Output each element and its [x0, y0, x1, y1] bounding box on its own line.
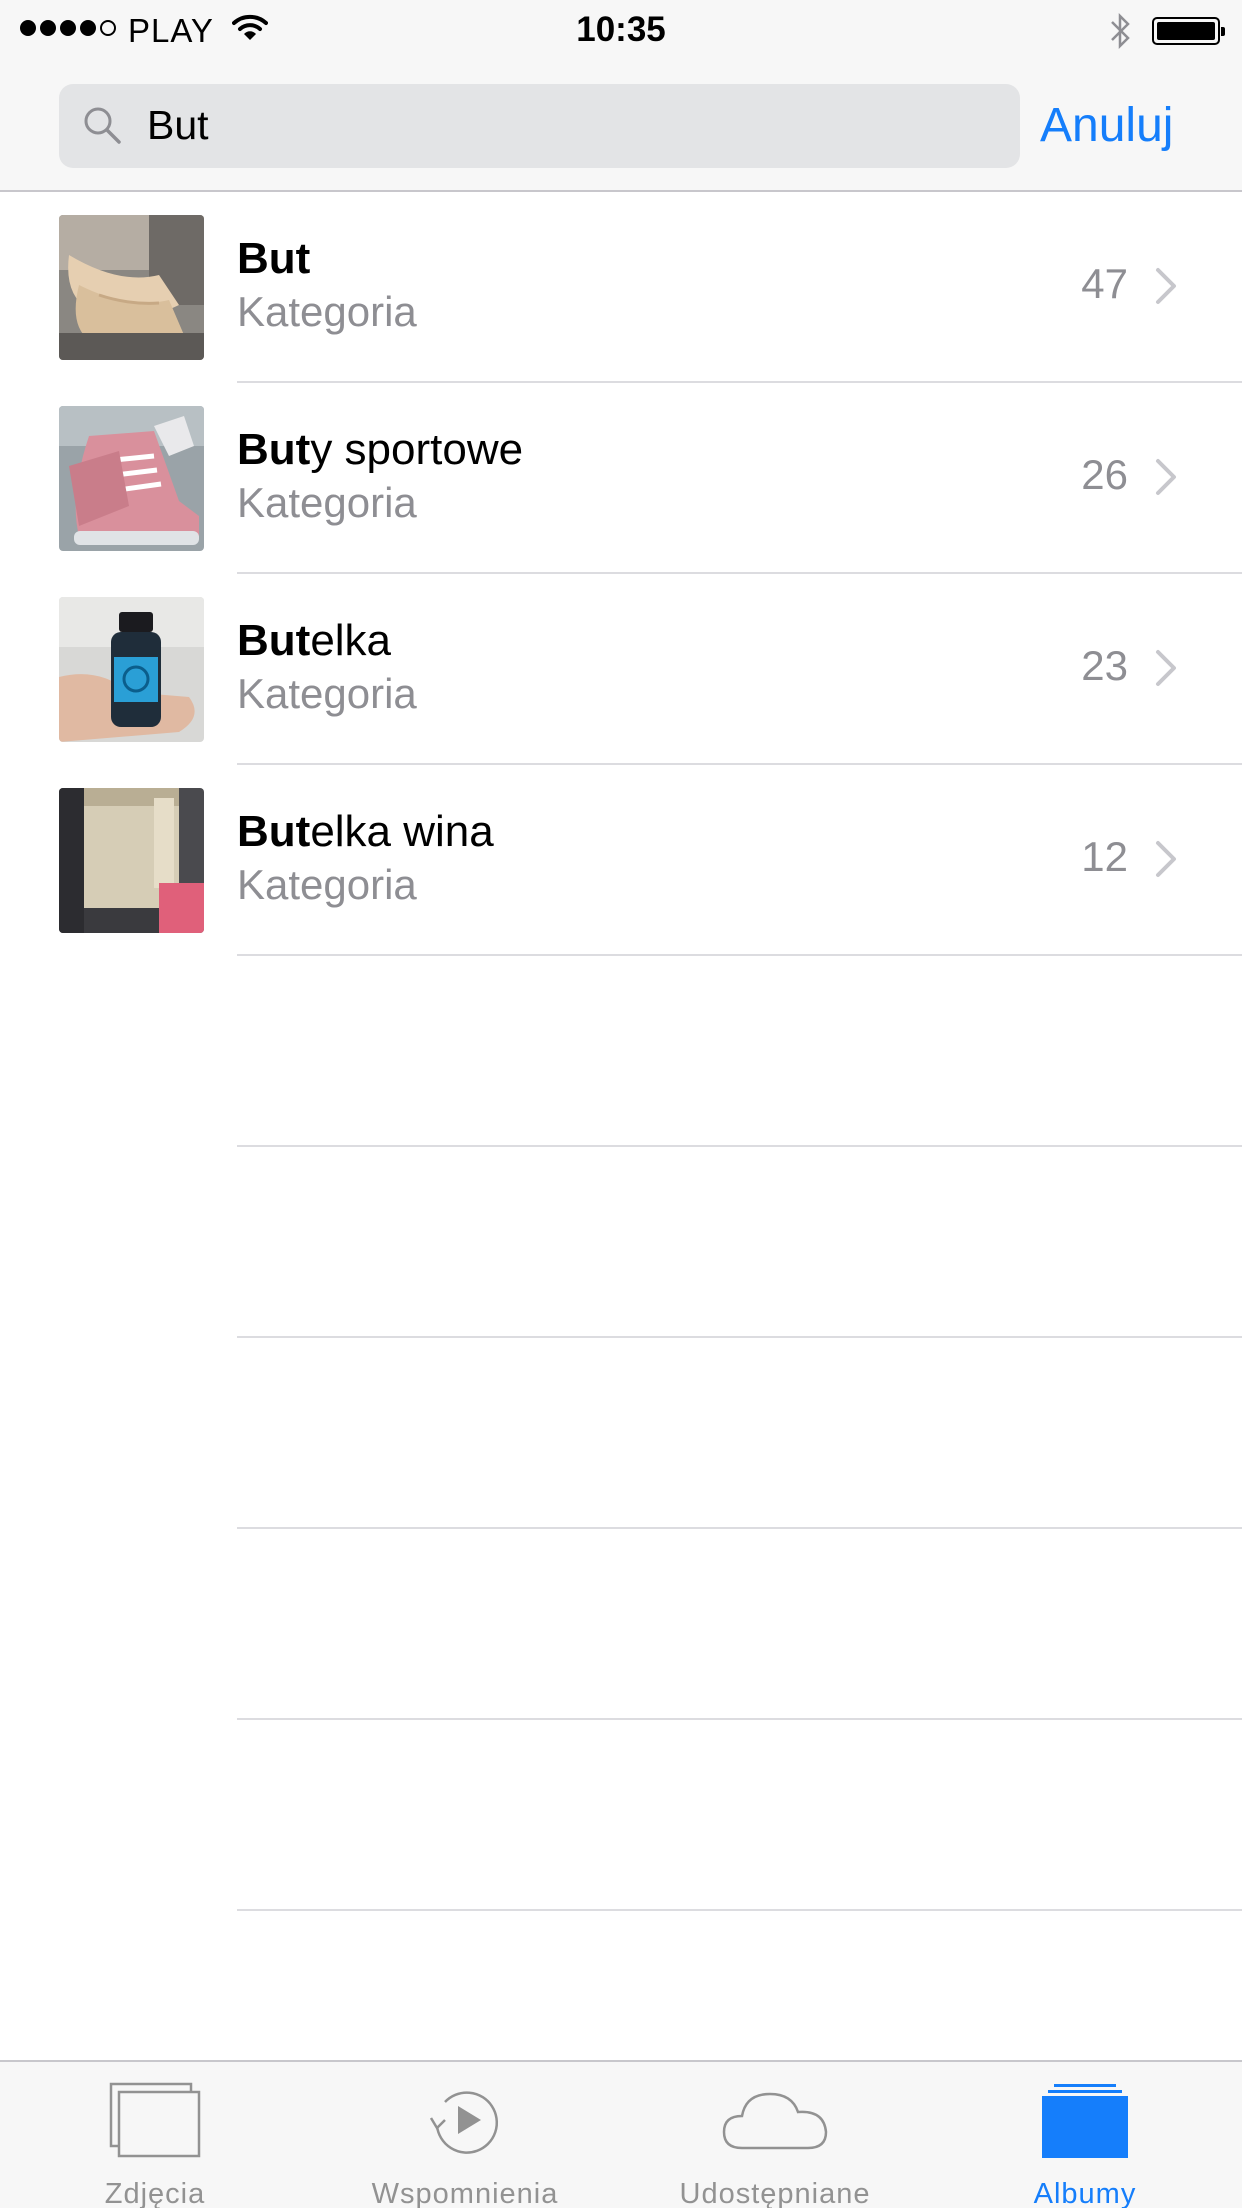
result-subtitle: Kategoria: [237, 479, 417, 526]
search-icon: [81, 104, 125, 153]
chevron-right-icon: [1154, 457, 1178, 502]
tab-label: Zdjęcia: [104, 2178, 206, 2208]
status-time: 10:35: [576, 10, 666, 49]
result-subtitle: Kategoria: [237, 670, 417, 717]
result-count: 26: [1081, 451, 1128, 498]
search-header: But Anuluj: [0, 62, 1242, 192]
cloud-icon: [620, 2082, 930, 2158]
chevron-right-icon: [1154, 648, 1178, 693]
result-row-butelka[interactable]: Butelka Kategoria 23: [0, 574, 1242, 765]
empty-row: [0, 1529, 1242, 1720]
results-list: But Kategoria 47 Buty sportowe Kategoria…: [0, 192, 1242, 1911]
result-title: But: [237, 234, 311, 283]
tab-shared[interactable]: Udostępniane: [620, 2062, 930, 2208]
cancel-button[interactable]: Anuluj: [1040, 98, 1173, 153]
result-row-but[interactable]: But Kategoria 47: [0, 192, 1242, 383]
result-subtitle: Kategoria: [237, 861, 417, 908]
result-title: Butelka wina: [237, 807, 494, 856]
result-subtitle: Kategoria: [237, 288, 417, 335]
photos-icon: [0, 2082, 310, 2158]
search-input[interactable]: But: [59, 84, 1020, 168]
empty-row: [0, 1338, 1242, 1529]
tab-photos[interactable]: Zdjęcia: [0, 2062, 310, 2208]
status-bar: PLAY 10:35: [0, 0, 1242, 62]
row-separator: [237, 1909, 1242, 1911]
bluetooth-icon: [1108, 12, 1134, 55]
empty-row: [0, 1720, 1242, 1911]
search-query-text: But: [147, 102, 209, 148]
tab-albums[interactable]: Albumy: [930, 2062, 1240, 2208]
battery-icon: [1152, 17, 1225, 45]
result-title: Buty sportowe: [237, 425, 524, 474]
tab-bar: Zdjęcia Wspomnienia Udostępniane Albumy: [0, 2060, 1242, 2208]
thumbnail-beige-heels: [59, 215, 204, 360]
thumbnail-cream-bottle: [59, 788, 204, 933]
empty-row: [0, 956, 1242, 1147]
tab-label: Udostępniane: [679, 2178, 871, 2208]
memories-icon: [310, 2082, 620, 2158]
tab-memories[interactable]: Wspomnienia: [310, 2062, 620, 2208]
chevron-right-icon: [1154, 266, 1178, 311]
empty-row: [0, 1147, 1242, 1338]
thumbnail-pink-boots: [59, 406, 204, 551]
chevron-right-icon: [1154, 839, 1178, 884]
albums-icon: [930, 2082, 1240, 2162]
tab-label: Albumy: [1033, 2178, 1137, 2208]
tab-label: Wspomnienia: [371, 2178, 559, 2208]
result-row-buty-sportowe[interactable]: Buty sportowe Kategoria 26: [0, 383, 1242, 574]
result-count: 47: [1081, 260, 1128, 307]
thumbnail-blue-bottle: [59, 597, 204, 742]
result-count: 23: [1081, 642, 1128, 689]
result-row-butelka-wina[interactable]: Butelka wina Kategoria 12: [0, 765, 1242, 956]
result-count: 12: [1081, 833, 1128, 880]
result-title: Butelka: [237, 616, 392, 665]
